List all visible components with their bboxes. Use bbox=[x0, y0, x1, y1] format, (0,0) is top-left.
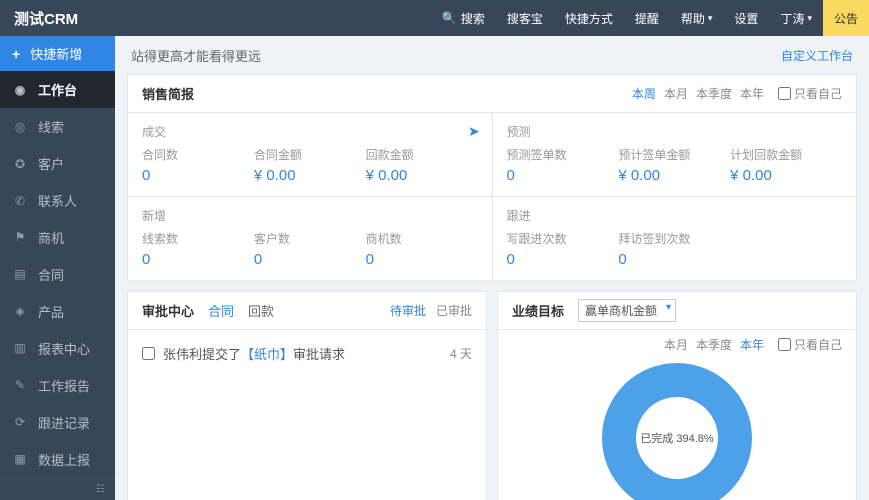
brief-deal-title: 成交 bbox=[142, 123, 478, 140]
goal-period-quarter[interactable]: 本季度 bbox=[696, 336, 732, 353]
sidebar: +快捷新增 ◉工作台 ◎线索 ✪客户 ✆联系人 ⚑商机 ▤合同 ◈产品 ▥报表中… bbox=[0, 36, 115, 500]
sidebar-item-leads[interactable]: ◎线索 bbox=[0, 108, 115, 145]
approval-tab-payment[interactable]: 回款 bbox=[248, 301, 274, 320]
forecast-sign-amount[interactable]: ¥ 0.00 bbox=[618, 167, 730, 184]
period-tab-week[interactable]: 本周 bbox=[632, 85, 656, 102]
report-icon: ▥ bbox=[12, 341, 28, 355]
quick-add-button[interactable]: +快捷新增 bbox=[0, 36, 115, 71]
workreport-icon: ✎ bbox=[12, 378, 28, 392]
search-icon: 🔍 bbox=[442, 11, 457, 25]
only-me-checkbox[interactable] bbox=[778, 87, 791, 100]
follow-write-count[interactable]: 0 bbox=[507, 251, 619, 268]
only-me-toggle[interactable]: 只看自己 bbox=[778, 85, 842, 102]
goal-donut-chart: 已完成 394.8% bbox=[512, 357, 842, 500]
goal-panel: 业绩目标 赢单商机金额 本月 本季度 本年 只看自己 已完成 394.8% bbox=[497, 291, 857, 500]
sidebar-item-products[interactable]: ◈产品 bbox=[0, 293, 115, 330]
contact-icon: ✆ bbox=[12, 194, 28, 208]
sidebar-item-contacts[interactable]: ✆联系人 bbox=[0, 182, 115, 219]
approval-item-link[interactable]: 【纸巾】 bbox=[241, 344, 293, 363]
brief-follow-title: 跟进 bbox=[507, 207, 843, 224]
contract-icon: ▤ bbox=[12, 267, 28, 281]
goal-period-month[interactable]: 本月 bbox=[664, 336, 688, 353]
sidebar-item-workreports[interactable]: ✎工作报告 bbox=[0, 367, 115, 404]
nav-user[interactable]: 丁涛▾ bbox=[769, 0, 823, 36]
nav-help[interactable]: 帮助▾ bbox=[670, 0, 724, 36]
period-tab-month[interactable]: 本月 bbox=[664, 85, 688, 102]
goal-center-label: 已完成 394.8% bbox=[636, 397, 718, 479]
new-customers[interactable]: 0 bbox=[254, 251, 366, 268]
sales-brief-panel: 销售简报 本周 本月 本季度 本年 只看自己 成交 合同数0 合同金额¥ 0.0… bbox=[127, 74, 857, 281]
nav-shortcut[interactable]: 快捷方式 bbox=[554, 0, 624, 36]
goal-title: 业绩目标 bbox=[512, 301, 564, 320]
sales-brief-title: 销售简报 bbox=[142, 84, 194, 103]
period-tab-quarter[interactable]: 本季度 bbox=[696, 85, 732, 102]
topbar: 测试CRM 🔍搜索 搜客宝 快捷方式 提醒 帮助▾ 设置 丁涛▾ 公告 bbox=[0, 0, 869, 36]
upload-icon: ▦ bbox=[12, 452, 28, 466]
forecast-payment-plan[interactable]: ¥ 0.00 bbox=[730, 167, 842, 184]
nav-soukebao[interactable]: 搜客宝 bbox=[496, 0, 554, 36]
deal-contract-amount[interactable]: ¥ 0.00 bbox=[254, 167, 366, 184]
deal-contract-count[interactable]: 0 bbox=[142, 167, 254, 184]
deal-payment-amount[interactable]: ¥ 0.00 bbox=[366, 167, 478, 184]
approval-filter-pending[interactable]: 待审批 bbox=[390, 302, 426, 319]
sidebar-item-workbench[interactable]: ◉工作台 bbox=[0, 71, 115, 108]
chevron-down-icon: ▾ bbox=[708, 13, 713, 24]
goal-only-me-toggle[interactable]: 只看自己 bbox=[778, 336, 842, 353]
dashboard-icon: ◉ bbox=[12, 83, 28, 97]
approval-panel: 审批中心 合同 回款 待审批 已审批 张伟利提交了 【纸巾】 审批请求 4 天 bbox=[127, 291, 487, 500]
sidebar-item-dataupload[interactable]: ▦数据上报 bbox=[0, 441, 115, 478]
approval-item[interactable]: 张伟利提交了 【纸巾】 审批请求 4 天 bbox=[142, 344, 472, 363]
period-tab-year[interactable]: 本年 bbox=[740, 85, 764, 102]
slogan-text: 站得更高才能看得更远 bbox=[131, 46, 261, 65]
forecast-sign-count[interactable]: 0 bbox=[507, 167, 619, 184]
lead-icon: ◎ bbox=[12, 120, 28, 134]
nav-settings[interactable]: 设置 bbox=[723, 0, 769, 36]
sales-brief-header: 销售简报 本周 本月 本季度 本年 只看自己 bbox=[128, 75, 856, 113]
nav-search[interactable]: 🔍搜索 bbox=[431, 0, 496, 36]
sidebar-collapse[interactable]: ☷ bbox=[0, 478, 115, 500]
sidebar-item-followups[interactable]: ⟳跟进记录 bbox=[0, 404, 115, 441]
chevron-down-icon: ▾ bbox=[807, 13, 812, 24]
approval-filter-done[interactable]: 已审批 bbox=[436, 302, 472, 319]
cursor-icon: ➤ bbox=[468, 123, 480, 140]
approval-title: 审批中心 bbox=[142, 301, 194, 320]
nav-announce[interactable]: 公告 bbox=[823, 0, 869, 36]
content-area: 站得更高才能看得更远 自定义工作台 销售简报 本周 本月 本季度 本年 只看自己… bbox=[115, 36, 869, 500]
new-leads[interactable]: 0 bbox=[142, 251, 254, 268]
brief-forecast-title: 预测 bbox=[507, 123, 843, 140]
app-title: 测试CRM bbox=[0, 8, 92, 29]
nav-reminder[interactable]: 提醒 bbox=[624, 0, 670, 36]
customize-workbench-link[interactable]: 自定义工作台 bbox=[781, 47, 853, 64]
goal-metric-select[interactable]: 赢单商机金额 bbox=[578, 299, 676, 322]
slogan-bar: 站得更高才能看得更远 自定义工作台 bbox=[115, 36, 869, 74]
brief-new-title: 新增 bbox=[142, 207, 478, 224]
goal-only-me-checkbox[interactable] bbox=[778, 338, 791, 351]
sidebar-item-reports[interactable]: ▥报表中心 bbox=[0, 330, 115, 367]
goal-period-year[interactable]: 本年 bbox=[740, 336, 764, 353]
approval-item-checkbox[interactable] bbox=[142, 347, 155, 360]
sidebar-item-opportunities[interactable]: ⚑商机 bbox=[0, 219, 115, 256]
sidebar-item-contracts[interactable]: ▤合同 bbox=[0, 256, 115, 293]
follow-visit-count[interactable]: 0 bbox=[618, 251, 730, 268]
sidebar-item-customers[interactable]: ✪客户 bbox=[0, 145, 115, 182]
followup-icon: ⟳ bbox=[12, 415, 28, 429]
approval-item-days: 4 天 bbox=[450, 345, 472, 362]
plus-icon: + bbox=[12, 46, 20, 62]
new-opportunities[interactable]: 0 bbox=[366, 251, 478, 268]
approval-tab-contract[interactable]: 合同 bbox=[208, 301, 234, 320]
opportunity-icon: ⚑ bbox=[12, 230, 28, 244]
customer-icon: ✪ bbox=[12, 157, 28, 171]
product-icon: ◈ bbox=[12, 304, 28, 318]
